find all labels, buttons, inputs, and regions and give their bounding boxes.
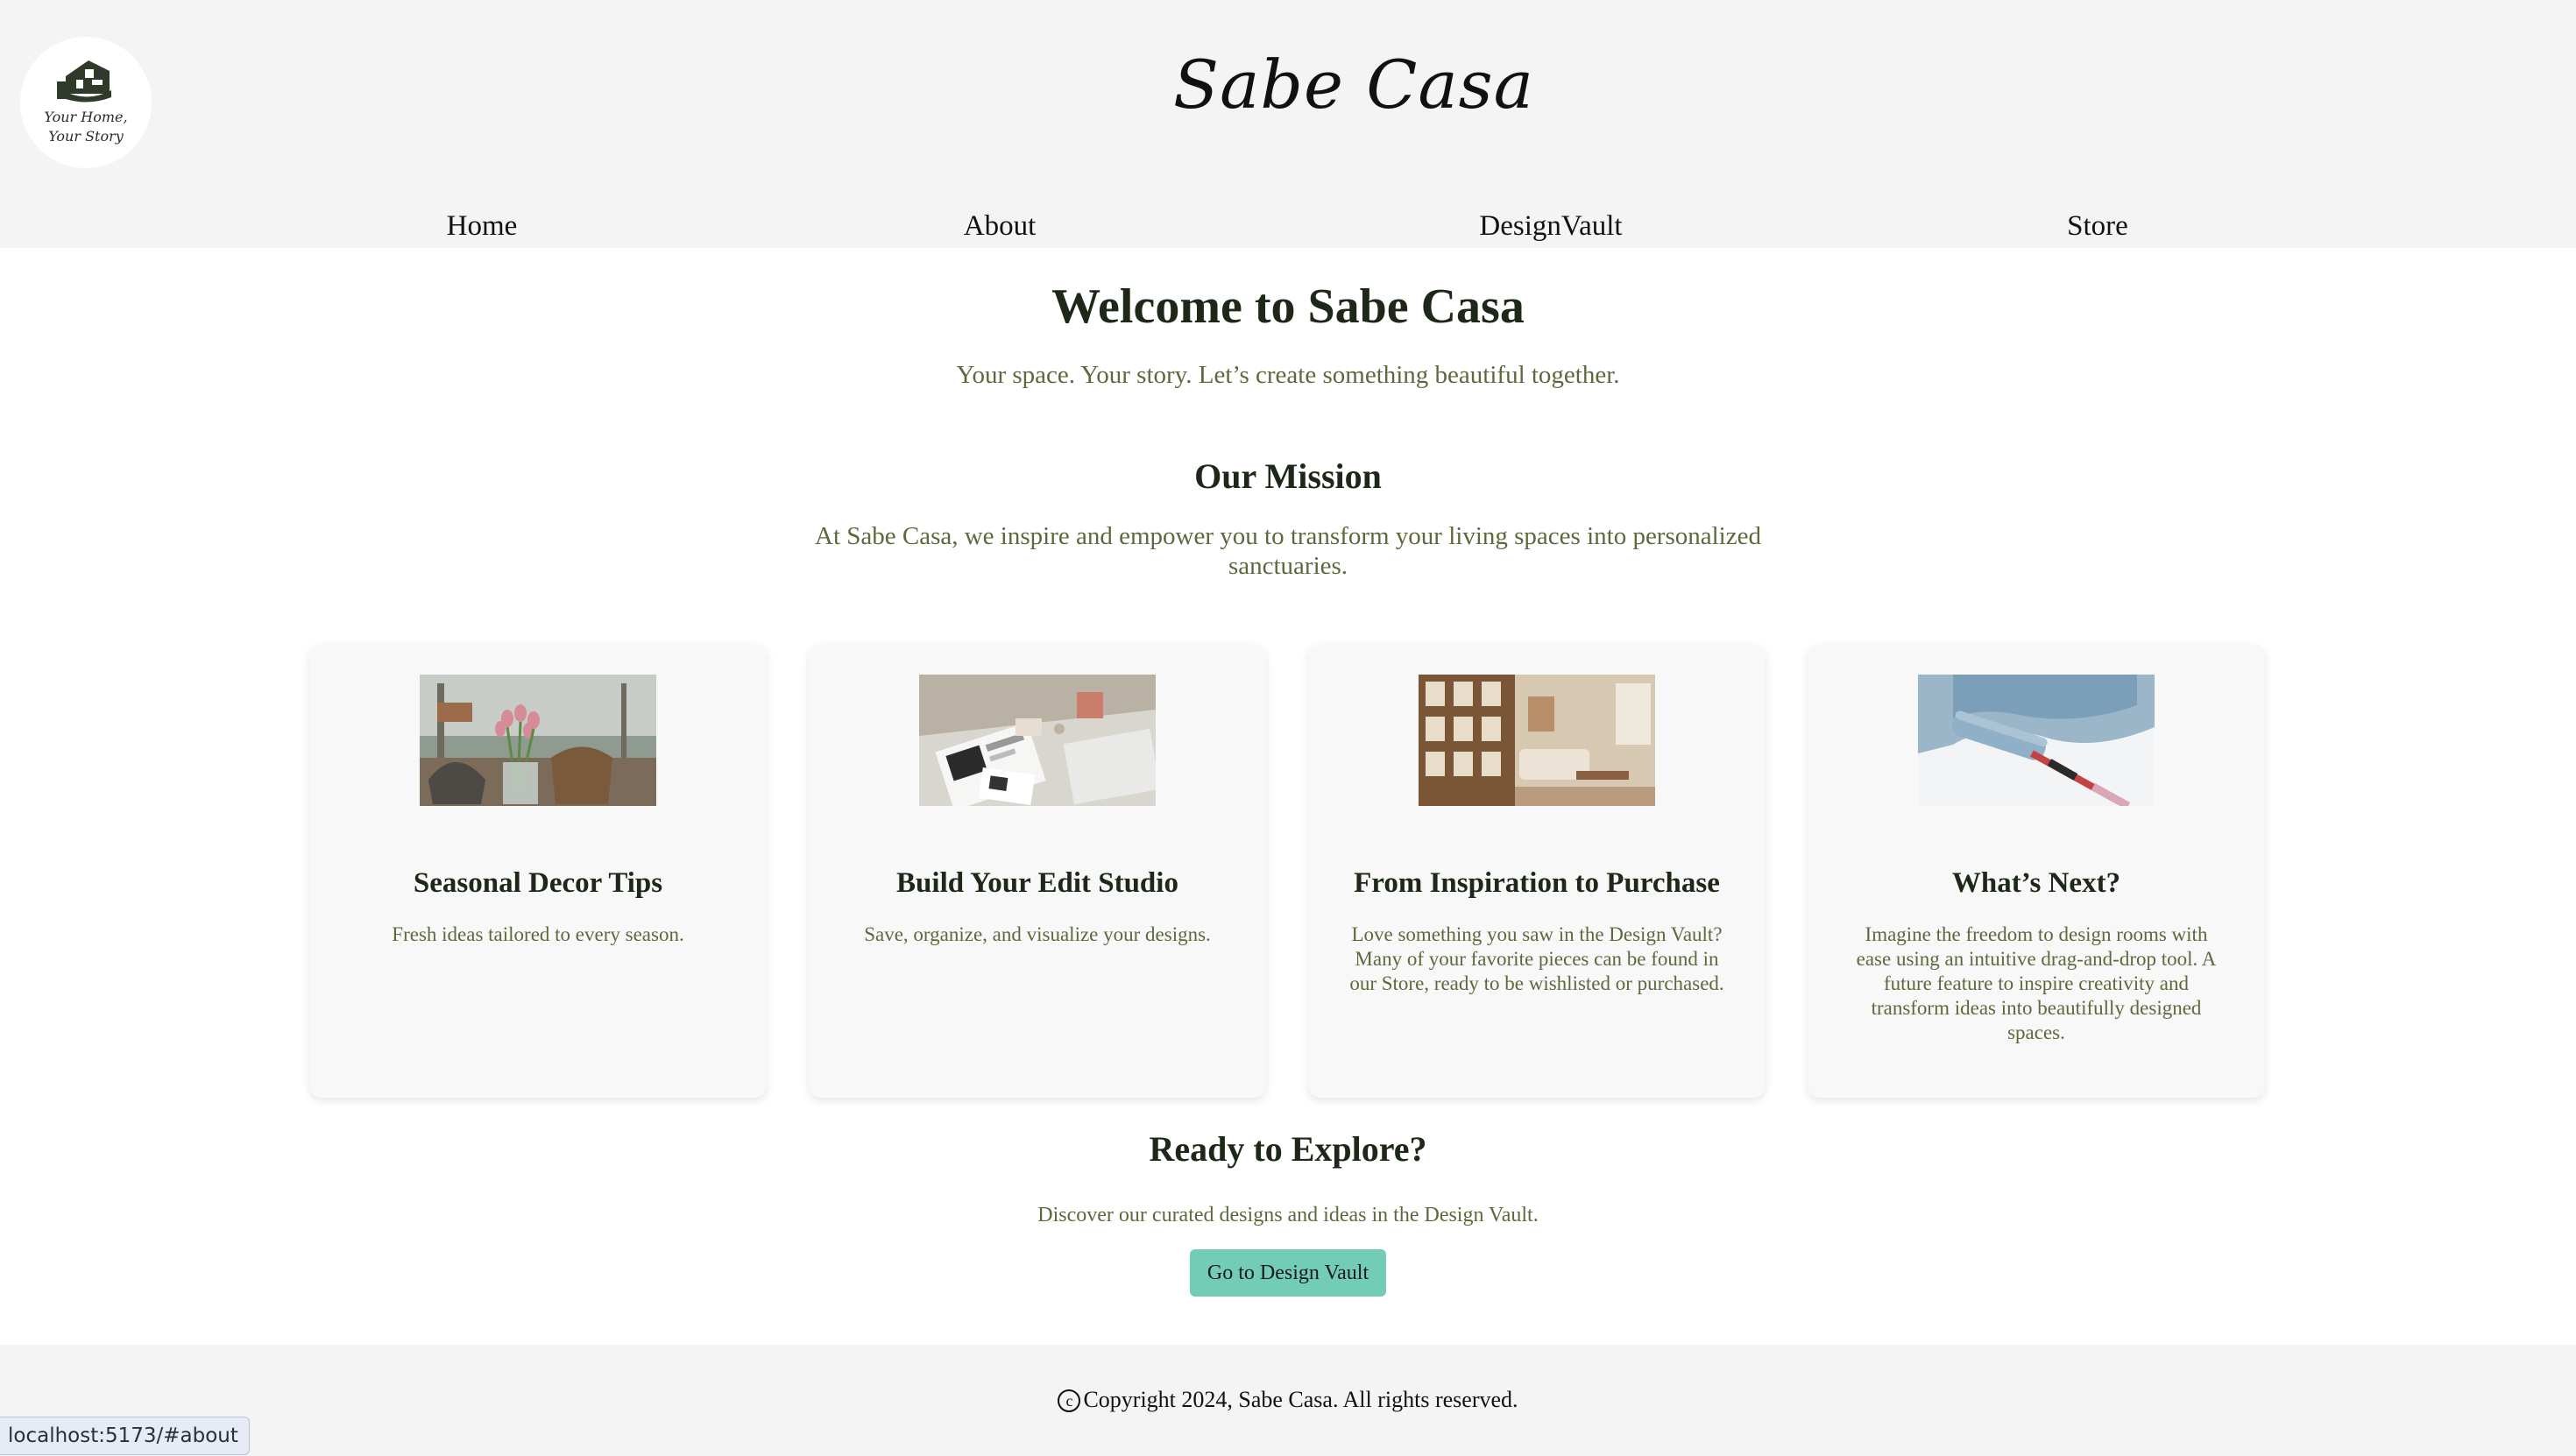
site-footer: c Copyright 2024, Sabe Casa. All rights r… (0, 1345, 2576, 1456)
hero-subtitle: Your space. Your story. Let’s create som… (956, 361, 1620, 389)
nav-about[interactable]: About (964, 210, 1037, 243)
nav-store[interactable]: Store (2067, 210, 2128, 243)
card-text: Imagine the freedom to design rooms with… (1856, 923, 2217, 1043)
card-whats-next[interactable]: What’s Next? Imagine the freedom to desi… (1808, 644, 2265, 1098)
card-seasonal-decor[interactable]: Seasonal Decor Tips Fresh ideas tailored… (309, 644, 767, 1098)
browser-status-url: localhost:5173/#about (0, 1417, 250, 1455)
card-inspiration-purchase[interactable]: From Inspiration to Purchase Love someth… (1308, 644, 1766, 1098)
card-title: From Inspiration to Purchase (1354, 867, 1720, 899)
brand-title: Sabe Casa (1173, 46, 1534, 124)
explore-title: Ready to Explore? (1149, 1129, 1427, 1169)
card-edit-studio[interactable]: Build Your Edit Studio Save, organize, a… (809, 644, 1266, 1098)
mission-title: Our Mission (1194, 456, 1382, 496)
main-nav: Home About DesignVault Store (0, 210, 2576, 245)
go-to-design-vault-button[interactable]: Go to Design Vault (1190, 1249, 1386, 1297)
logo-tagline-line2: Your Story (48, 128, 124, 145)
card-text: Save, organize, and visualize your desig… (864, 923, 1211, 945)
card-title: What’s Next? (1951, 867, 2121, 899)
copyright-icon: c (1058, 1389, 1081, 1412)
card-image-paint-roller (1918, 675, 2155, 806)
card-text: Fresh ideas tailored to every season. (392, 923, 684, 945)
card-image-desk (919, 675, 1156, 806)
nav-home[interactable]: Home (447, 210, 518, 243)
card-image-tulips (420, 675, 656, 806)
nav-designvault[interactable]: DesignVault (1479, 210, 1622, 243)
mission-text: At Sabe Casa, we inspire and empower you… (815, 522, 1761, 580)
explore-text: Discover our curated designs and ideas i… (1037, 1204, 1539, 1226)
copyright: c Copyright 2024, Sabe Casa. All rights r… (0, 1387, 2576, 1413)
card-title: Build Your Edit Studio (896, 867, 1178, 899)
hero-title: Welcome to Sabe Casa (1051, 279, 1525, 334)
copyright-text: Copyright 2024, Sabe Casa. All rights re… (1083, 1387, 1518, 1412)
card-image-living-room (1419, 675, 1655, 806)
card-text: Love something you saw in the Design Vau… (1349, 923, 1724, 994)
site-header: Your Home, Your Story Sabe Casa Home Abo… (0, 0, 2576, 248)
card-title: Seasonal Decor Tips (413, 867, 663, 899)
feature-cards: Seasonal Decor Tips Fresh ideas tailored… (309, 644, 2267, 1099)
